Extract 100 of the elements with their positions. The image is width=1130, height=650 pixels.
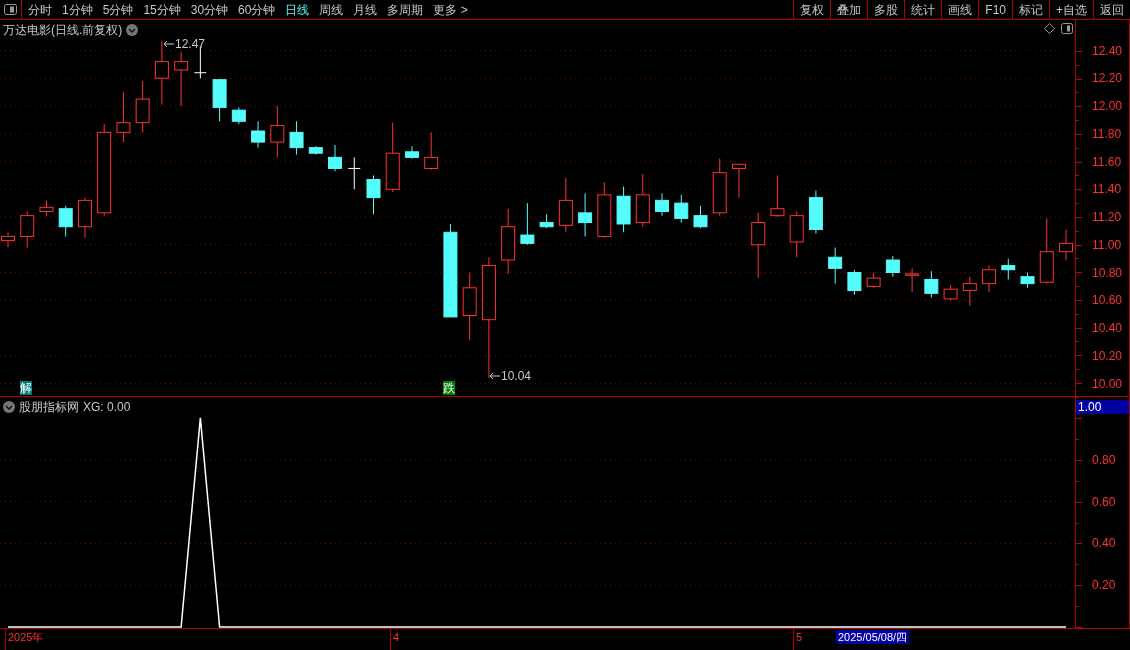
candlestick: [905, 267, 920, 293]
toolbar-button[interactable]: 返回: [1093, 0, 1130, 19]
period-tab[interactable]: 分时: [28, 0, 52, 19]
axis-label: 11.20: [1092, 210, 1122, 224]
toolbar-button[interactable]: 多股: [867, 0, 905, 19]
period-tab[interactable]: 60分钟: [238, 0, 276, 19]
candlestick: [982, 265, 997, 293]
candlestick: [366, 174, 381, 215]
candlestick: [789, 210, 804, 258]
axis-label: 12.20: [1092, 71, 1123, 86]
candlestick: [328, 144, 342, 172]
candlestick: [674, 194, 689, 224]
candlestick: [77, 197, 92, 239]
toolbar-button[interactable]: +自选: [1049, 0, 1093, 19]
axis-label: 10.40: [1092, 321, 1123, 335]
axis-label: 0.60: [1092, 494, 1116, 509]
candlestick: [770, 174, 785, 218]
axis-label: 0.40: [1092, 536, 1116, 551]
axis-label: 12.40: [1092, 43, 1123, 58]
candlestick: [154, 40, 169, 106]
toolbar-button[interactable]: 画线: [941, 0, 979, 19]
period-tab[interactable]: 日线: [285, 0, 310, 19]
arrow-left-icon: [163, 40, 174, 48]
signal-marker: 解: [20, 381, 32, 395]
period-tab[interactable]: 30分钟: [190, 0, 229, 19]
candlestick: [1001, 258, 1016, 280]
axis-label: 10.20: [1092, 348, 1123, 363]
axis-label: 10.80: [1092, 265, 1123, 280]
candlestick: [212, 79, 227, 122]
candlestick: [943, 284, 958, 301]
candlestick: [693, 205, 708, 229]
candlestick: [174, 51, 189, 107]
candlestick: [58, 205, 73, 237]
panel-toggle-icon[interactable]: [1061, 23, 1073, 34]
axis-label: 10.00: [1092, 376, 1123, 391]
axis-label: 11.60: [1092, 154, 1122, 169]
candlestick: [39, 199, 54, 217]
candlestick: [347, 156, 361, 190]
time-label: 4: [393, 631, 400, 644]
candlestick: [1, 231, 15, 249]
period-tab[interactable]: 多周期: [387, 0, 424, 19]
toolbar-button[interactable]: 叠加: [830, 0, 868, 19]
axis-label: 0.80: [1092, 452, 1116, 467]
candlestick: [924, 270, 939, 298]
candlestick: [885, 255, 900, 278]
period-tab[interactable]: 1分钟: [62, 0, 93, 19]
candlestick: [1020, 272, 1035, 289]
candlestick: [751, 212, 766, 279]
axis-label: 0.20: [1092, 578, 1116, 593]
signal-marker: 跌: [443, 381, 455, 395]
candlestick: [462, 272, 477, 341]
period-tab[interactable]: 15分钟: [143, 0, 181, 19]
candlestick: [635, 173, 650, 228]
candlestick: [866, 272, 881, 289]
arrow-left-icon: [489, 372, 500, 380]
candlestick: [828, 247, 843, 285]
candlestick: [655, 192, 670, 217]
candlestick: [520, 202, 535, 246]
candlestick: [270, 105, 285, 158]
candlestick: [404, 145, 419, 160]
candlestick: [558, 177, 573, 233]
period-tab[interactable]: 5分钟: [102, 0, 134, 19]
price-annotation: 12.47: [175, 37, 206, 51]
toolbar-button[interactable]: 统计: [904, 0, 942, 19]
period-tab[interactable]: 更多 >: [433, 0, 468, 19]
diamond-icon[interactable]: [1044, 23, 1055, 34]
toolbar-button[interactable]: 标记: [1012, 0, 1049, 19]
candlestick: [116, 91, 131, 143]
axis-label: 11.40: [1092, 182, 1122, 197]
candlestick: [539, 213, 554, 229]
cursor-value-label: 1.00: [1076, 400, 1129, 414]
chevron-down-icon[interactable]: [3, 401, 15, 413]
cursor-date-label: 2025/05/08/四: [836, 630, 910, 644]
indicator-title: 股朋指标网: [19, 399, 79, 416]
period-tab[interactable]: 周线: [319, 0, 344, 19]
candlestick: [732, 163, 746, 199]
toolbar-button[interactable]: 复权: [793, 0, 831, 19]
candlestick: [231, 106, 246, 125]
candlestick: [712, 158, 727, 217]
candlestick: [251, 120, 266, 149]
candlestick: [135, 80, 150, 133]
candlestick: [308, 145, 323, 156]
axis-label: 11.80: [1092, 126, 1122, 141]
candlestick: [289, 120, 304, 156]
candlestick: [1059, 229, 1073, 261]
candlestick: [597, 181, 612, 239]
period-tab[interactable]: 月线: [353, 0, 378, 19]
toolbar-button[interactable]: F10: [978, 0, 1012, 19]
chevron-down-icon[interactable]: [126, 24, 139, 36]
axis-label: 11.00: [1092, 237, 1122, 252]
indicator-reading: : 0.00: [100, 399, 131, 416]
time-label: 5: [796, 631, 803, 644]
chart-title: 万达电影(日线.前复权): [3, 22, 123, 39]
candlestick: [847, 269, 862, 296]
time-label: 2025年: [8, 631, 44, 644]
candlestick: [616, 186, 631, 233]
candlestick: [424, 131, 439, 171]
price-annotation: 10.04: [501, 369, 532, 383]
panel-toggle-icon[interactable]: [4, 4, 17, 15]
candlestick: [20, 210, 35, 249]
